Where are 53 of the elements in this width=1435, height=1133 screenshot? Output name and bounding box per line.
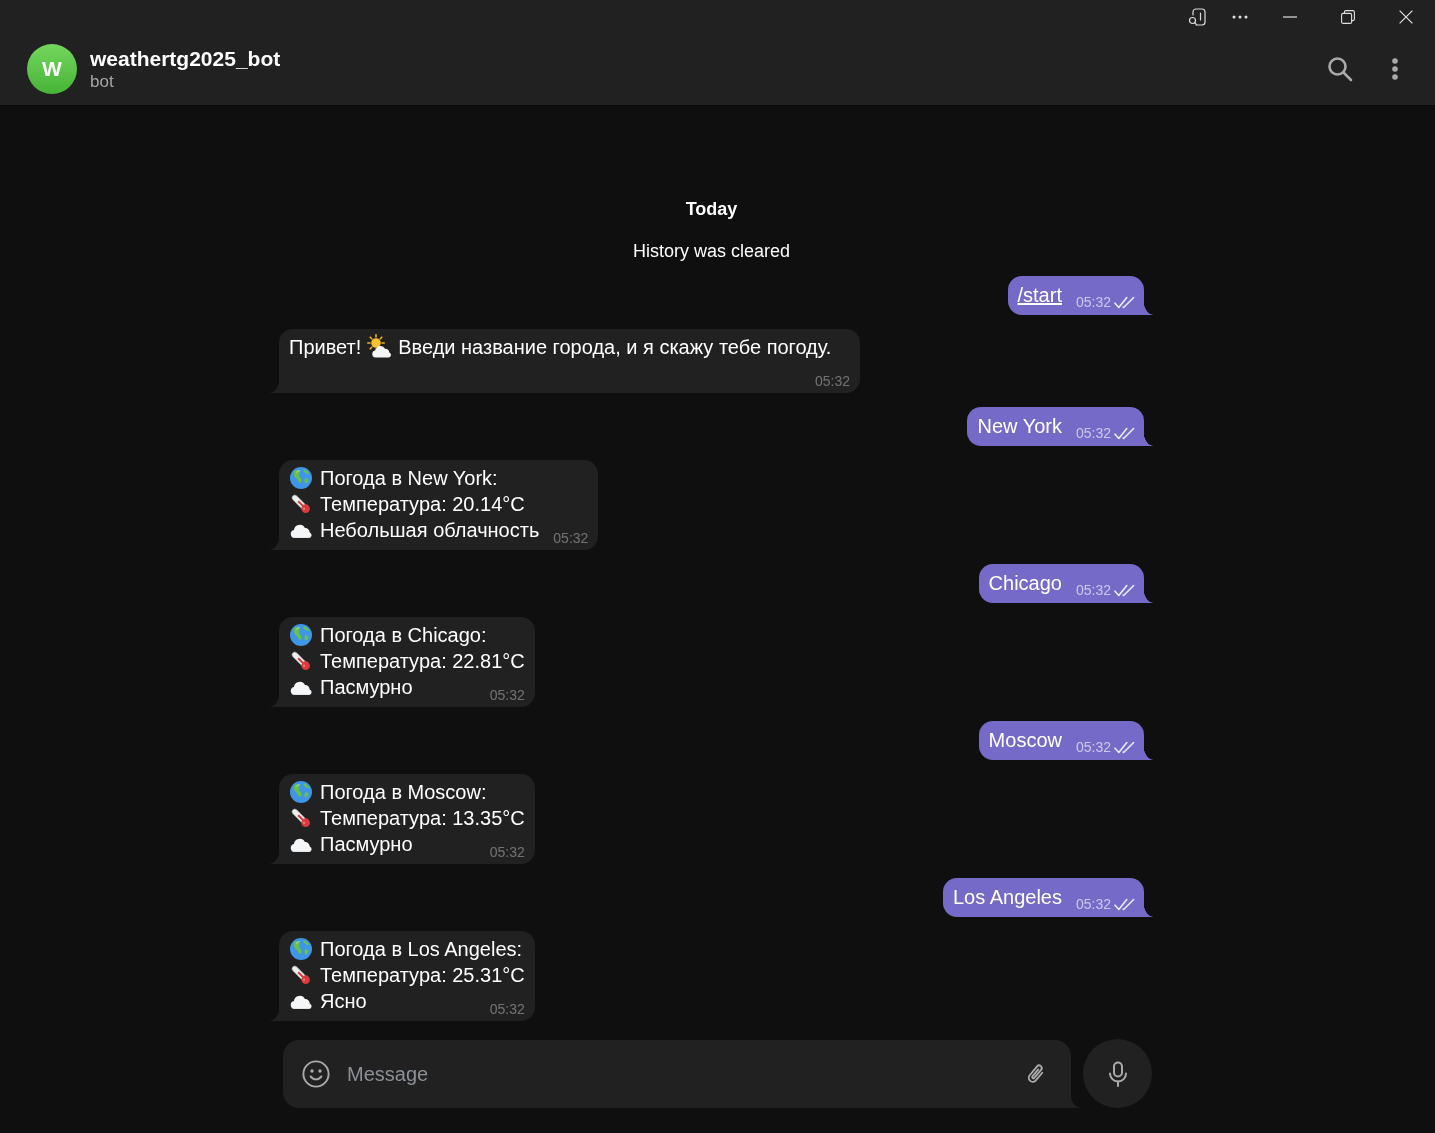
message-time: 05:32 [553, 529, 589, 547]
message-text: Температура: 25.31°C [320, 964, 525, 986]
chat-title: weathertg2025_bot [90, 46, 281, 71]
ellipsis-icon[interactable] [1232, 14, 1248, 19]
message-text: Температура: 22.81°C [320, 650, 525, 672]
message-text: Температура: 13.35°C [320, 807, 525, 829]
message-time: 05:32 [1075, 424, 1111, 442]
restore-icon[interactable] [1341, 9, 1355, 24]
sun-behind-cloud-icon [367, 334, 393, 359]
message-text: Пасмурно [320, 833, 413, 855]
message-time: 05:32 [814, 372, 850, 390]
message-field[interactable]: Message [283, 1039, 1080, 1108]
message-time: 05:32 [1075, 895, 1111, 913]
screen-search-icon[interactable] [1187, 6, 1207, 27]
message-text: Привет! [289, 336, 362, 358]
globe-icon [289, 466, 313, 490]
message-text: Chicago [988, 571, 1062, 596]
minimize-icon[interactable] [1283, 15, 1297, 18]
close-icon[interactable] [1399, 9, 1413, 24]
thermometer-icon [289, 806, 313, 830]
message-text: Погода в Los Angeles: [320, 938, 523, 960]
date-label: Today [685, 198, 738, 220]
message-text: Введи название города, и я скажу тебе погоду. [398, 336, 832, 358]
message-text: Погода в Chicago: [320, 624, 487, 646]
search-icon[interactable] [1327, 56, 1353, 82]
thermometer-icon [289, 963, 313, 987]
message-time: 05:32 [489, 1000, 525, 1018]
thermometer-icon [289, 649, 313, 673]
service-message: History was cleared [632, 240, 791, 262]
command-link[interactable]: /start [1017, 282, 1062, 308]
vertical-ellipsis-icon[interactable] [1392, 58, 1398, 80]
message-text: Погода в New York: [320, 467, 498, 489]
globe-icon [289, 623, 313, 647]
avatar: W [27, 44, 77, 94]
globe-icon [289, 780, 313, 804]
message-time: 05:32 [489, 843, 525, 861]
message-time: 05:32 [1075, 738, 1111, 756]
message-input[interactable]: Message [347, 1058, 1012, 1089]
message-text: Los Angeles [952, 885, 1062, 910]
message-text: Небольшая облачность [320, 519, 540, 541]
message-text: Температура: 20.14°C [320, 493, 525, 515]
message-text: Пасмурно [320, 676, 413, 698]
message-time: 05:32 [1075, 293, 1111, 311]
message-text: Погода в Moscow: [320, 781, 487, 803]
chat-subtitle: bot [90, 71, 115, 92]
globe-icon [289, 937, 313, 961]
message-time: 05:32 [489, 686, 525, 704]
thermometer-icon [289, 492, 313, 516]
smiley-icon[interactable] [302, 1059, 330, 1088]
message-text: New York [977, 414, 1062, 439]
message-text: Ясно [320, 990, 367, 1012]
message-time: 05:32 [1075, 581, 1111, 599]
message-text: Moscow [988, 728, 1062, 753]
